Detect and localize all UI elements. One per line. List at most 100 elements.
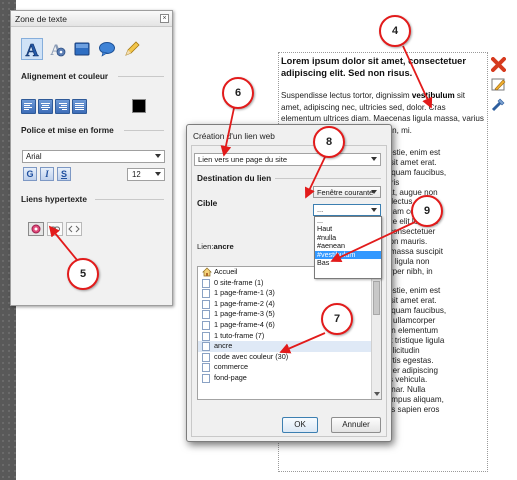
align-left-button[interactable] [21,99,36,114]
style-buttons: G I S [23,167,71,181]
section-links-title: Liens hypertexte [21,194,87,204]
chevron-down-icon [371,157,377,161]
list-item[interactable]: 1 tuto-frame (7) [198,331,381,342]
list-item-label: 1 page-frame-1 (3) [214,288,275,298]
ok-button[interactable]: OK [282,417,318,433]
list-item[interactable]: code avec couleur (30) [198,352,381,363]
list-item[interactable]: 1 page-frame-1 (3) [198,288,381,299]
callout-7: 7 [321,303,353,335]
page-icon [202,342,210,352]
text-heading: Lorem ipsum dolor sit amet, consectetuer… [281,56,466,78]
list-item-label: 1 page-frame-4 (6) [214,319,275,329]
list-item-label: 1 tuto-frame (7) [214,330,265,340]
list-item[interactable]: 1 page-frame-2 (4) [198,299,381,310]
page-list-scrollbar[interactable] [371,267,381,399]
right-toolbar [490,56,506,116]
divider [95,199,164,200]
page-list: Accueil 0 site-frame (1) 1 page-frame-1 … [197,266,382,400]
link-type-value: Lien vers une page du site [198,155,288,164]
callout-5: 5 [67,258,99,290]
link-buttons [28,222,82,236]
page-icon [202,310,210,320]
page-icon [202,373,210,383]
list-item-label: commerce [214,362,249,372]
code-icon[interactable] [66,222,82,236]
divider [118,76,164,77]
home-icon [202,267,212,277]
align-justify-button[interactable] [72,99,87,114]
link-type-select[interactable]: Lien vers une page du site [194,153,381,166]
dialog-title: Création d'un lien web [193,131,275,141]
list-item-label: 1 page-frame-3 (5) [214,309,275,319]
edit-icon[interactable] [490,76,506,92]
font-family-select[interactable]: Arial [22,150,165,163]
background-icon[interactable] [71,38,93,60]
list-item-label: code avec couleur (30) [214,351,289,361]
list-item[interactable]: 1 page-frame-3 (5) [198,309,381,320]
anchor-value: ... [317,205,324,214]
align-buttons [21,99,87,114]
align-center-button[interactable] [38,99,53,114]
page-icon [202,278,210,288]
create-link-dialog: Création d'un lien web Lien vers une pag… [186,124,392,442]
list-item-label: ancre [214,341,233,351]
pencil-icon[interactable] [121,38,143,60]
font-size-select[interactable]: 12 [127,168,165,181]
callout-8: 8 [313,126,345,158]
align-right-button[interactable] [55,99,70,114]
underline-button[interactable]: S [57,167,71,181]
anchor-option[interactable]: Bas [315,258,381,267]
text-color-swatch[interactable] [132,99,146,113]
panel-title: Zone de texte [15,14,67,24]
chevron-down-icon [155,154,161,158]
callout-6: 6 [222,77,254,109]
delete-icon[interactable] [490,56,506,72]
page-icon [202,320,210,330]
list-item-label: fond-page [214,372,247,382]
list-item[interactable]: fond-page [198,373,381,384]
panel-tool-row: A A [21,38,143,60]
font-family-value: Arial [26,152,42,161]
target-label: Cible [197,198,218,208]
list-item-selected[interactable]: ancre [198,341,381,352]
page-icon [202,289,210,299]
scroll-down-icon[interactable] [374,392,380,396]
cancel-button[interactable]: Annuler [331,417,381,433]
section-align-title: Alignement et couleur [21,71,109,81]
list-item[interactable]: 1 page-frame-4 (6) [198,320,381,331]
callout-9: 9 [411,195,443,227]
divider [124,130,164,131]
target-window-select[interactable]: Fenêtre courante [313,186,381,198]
anchor-dropdown-list: ... Haut #nulla #aenean #vestibulum Bas [314,216,382,279]
list-item[interactable]: 0 site-frame (1) [198,278,381,289]
vestibulum-word: vestibulum [411,91,455,100]
anchor-select[interactable]: ... [313,204,381,216]
scroll-thumb[interactable] [373,281,380,315]
font-size-value: 12 [132,170,141,179]
link-info-label: Lien: [197,242,214,251]
chevron-down-icon [371,190,377,194]
target-window-value: Fenêtre courante [317,188,374,197]
page-icon [202,363,210,373]
page-icon [202,299,210,309]
link-info: Lien:ancre [197,242,234,251]
link-active-icon[interactable] [28,222,44,236]
italic-button[interactable]: I [40,167,54,181]
link-icon[interactable] [47,222,63,236]
page-icon [202,331,210,341]
page-icon [202,352,210,362]
panel-titlebar[interactable]: Zone de texte × [11,11,172,27]
list-item-label: 0 site-frame (1) [214,277,264,287]
text-effect-icon[interactable]: A [46,38,68,60]
chevron-down-icon [155,172,161,176]
bubble-icon[interactable] [96,38,118,60]
tools-icon[interactable] [490,96,506,112]
bold-button[interactable]: G [23,167,37,181]
panel-close-button[interactable]: × [160,14,169,23]
chevron-down-icon [371,208,377,212]
svg-text:A: A [26,40,39,58]
section-font-title: Police et mise en forme [21,125,114,135]
text-style-icon[interactable]: A [21,38,43,60]
list-item[interactable]: commerce [198,362,381,373]
destination-title: Destination du lien [197,173,272,183]
